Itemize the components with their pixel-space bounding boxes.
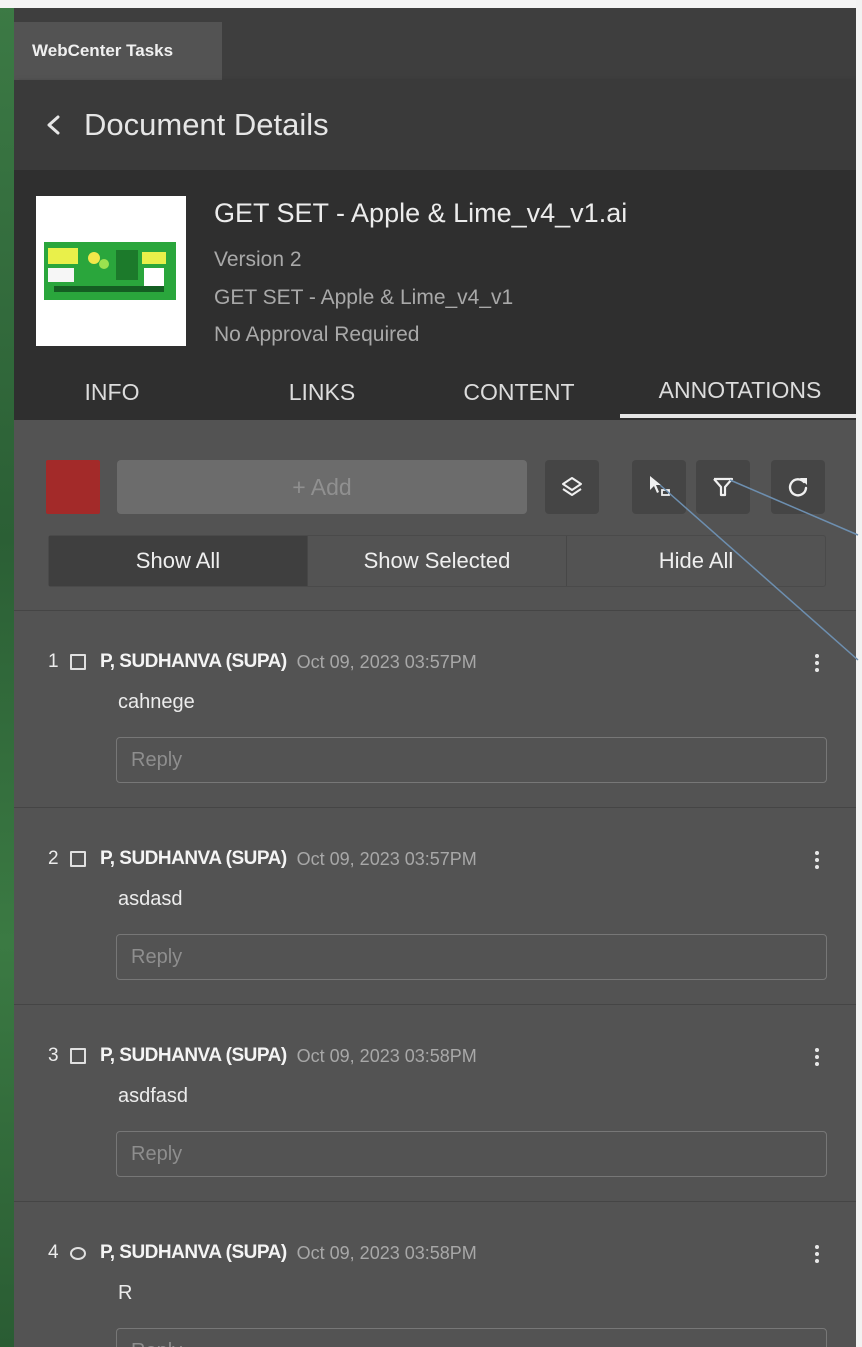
show-all-button[interactable]: Show All [49, 536, 307, 586]
annotation-number: 1 [48, 651, 59, 672]
tab-content-label: CONTENT [463, 378, 575, 405]
document-base-name: GET SET - Apple & Lime_v4_v1 [214, 286, 514, 309]
add-annotation-label: + Add [292, 473, 352, 500]
tab-annotations[interactable]: ANNOTATIONS [620, 366, 856, 418]
document-version: Version 2 [214, 248, 302, 271]
rectangle-shape-icon [70, 654, 86, 670]
annotation-toolbar: + Add Show All Show Selected Hide All [14, 420, 856, 620]
show-selected-button[interactable]: Show Selected [307, 536, 566, 586]
layers-button[interactable] [545, 460, 599, 514]
panel-tab-bar: WebCenter Tasks [14, 8, 856, 80]
document-summary: GET SET - Apple & Lime_v4_v1.ai Version … [14, 170, 856, 420]
chevron-left-icon[interactable] [44, 115, 64, 135]
thumbnail-artwork [44, 242, 176, 300]
tab-links-label: LINKS [288, 378, 356, 405]
more-options-icon[interactable] [814, 1047, 820, 1067]
annotation-color-swatch[interactable] [46, 460, 100, 514]
hide-all-button[interactable]: Hide All [566, 536, 825, 586]
annotation-text: asdasd [118, 888, 183, 910]
annotation-author: P, SUDHANVA (SUPA) [100, 651, 287, 672]
details-header: Document Details [14, 80, 856, 170]
annotation-date: Oct 09, 2023 03:58PM [296, 1045, 477, 1066]
add-annotation-button[interactable]: + Add [117, 460, 527, 514]
annotation-author: P, SUDHANVA (SUPA) [100, 848, 287, 869]
approval-status: No Approval Required [214, 323, 420, 346]
select-annotation-icon [650, 476, 670, 496]
annotation-author: P, SUDHANVA (SUPA) [100, 1045, 287, 1066]
layers-icon [562, 477, 582, 496]
visibility-toggle: Show All Show Selected Hide All [48, 535, 826, 587]
refresh-button[interactable] [771, 460, 825, 514]
webcenter-tasks-tab[interactable]: WebCenter Tasks [14, 22, 222, 80]
ellipse-shape-icon [70, 1246, 86, 1260]
page-title: Document Details [84, 107, 329, 142]
rectangle-shape-icon [70, 851, 86, 867]
webcenter-tasks-tab-label: WebCenter Tasks [32, 41, 174, 60]
list-item[interactable]: 2 P, SUDHANVA (SUPA) Oct 09, 2023 03:57P… [14, 807, 856, 1004]
annotation-date: Oct 09, 2023 03:57PM [296, 651, 477, 672]
select-annotation-button[interactable] [632, 460, 686, 514]
annotation-text: R [118, 1282, 133, 1304]
show-selected-label: Show Selected [363, 548, 511, 573]
annotation-header: 2 P, SUDHANVA (SUPA) Oct 09, 2023 03:57P… [48, 846, 477, 872]
filter-icon [713, 477, 734, 497]
reply-input[interactable] [116, 1131, 827, 1177]
annotation-header: 1 P, SUDHANVA (SUPA) Oct 09, 2023 03:57P… [48, 649, 477, 675]
webcenter-panel: WebCenter Tasks Document Details GET SET… [14, 8, 856, 1347]
annotation-number: 2 [48, 848, 59, 869]
rectangle-shape-icon [70, 1048, 86, 1064]
document-thumbnail [36, 196, 186, 346]
more-options-icon[interactable] [814, 850, 820, 870]
reply-input[interactable] [116, 934, 827, 980]
annotation-author: P, SUDHANVA (SUPA) [100, 1242, 287, 1263]
window-right-edge [856, 0, 862, 1347]
annotation-number: 4 [48, 1242, 59, 1263]
refresh-icon [788, 478, 808, 497]
annotation-date: Oct 09, 2023 03:57PM [296, 848, 477, 869]
hide-all-label: Hide All [658, 548, 734, 573]
reply-input[interactable] [116, 737, 827, 783]
annotation-header: 4 P, SUDHANVA (SUPA) Oct 09, 2023 03:58P… [48, 1240, 477, 1266]
background-artboard [0, 0, 14, 1347]
filter-button[interactable] [696, 460, 750, 514]
annotation-header: 3 P, SUDHANVA (SUPA) Oct 09, 2023 03:58P… [48, 1043, 477, 1069]
annotation-date: Oct 09, 2023 03:58PM [296, 1242, 477, 1263]
tab-content[interactable]: CONTENT [434, 366, 604, 418]
annotation-number: 3 [48, 1045, 59, 1066]
tab-links[interactable]: LINKS [252, 366, 392, 418]
more-options-icon[interactable] [814, 1244, 820, 1264]
list-item[interactable]: 3 P, SUDHANVA (SUPA) Oct 09, 2023 03:58P… [14, 1004, 856, 1201]
more-options-icon[interactable] [814, 653, 820, 673]
list-item[interactable]: 4 P, SUDHANVA (SUPA) Oct 09, 2023 03:58P… [14, 1201, 856, 1347]
tab-info-label: INFO [84, 378, 140, 405]
reply-input[interactable] [116, 1328, 827, 1347]
detail-tabs: INFO LINKS CONTENT ANNOTATIONS [14, 366, 856, 418]
list-item[interactable]: 1 P, SUDHANVA (SUPA) Oct 09, 2023 03:57P… [14, 610, 856, 807]
annotation-text: cahnege [118, 691, 195, 713]
tab-annotations-label: ANNOTATIONS [658, 376, 822, 403]
annotation-list: 1 P, SUDHANVA (SUPA) Oct 09, 2023 03:57P… [14, 610, 856, 1347]
tab-info[interactable]: INFO [42, 366, 182, 418]
show-all-label: Show All [135, 548, 221, 573]
document-name: GET SET - Apple & Lime_v4_v1.ai [214, 198, 628, 228]
window-top-edge [0, 0, 862, 8]
annotation-text: asdfasd [118, 1085, 189, 1107]
